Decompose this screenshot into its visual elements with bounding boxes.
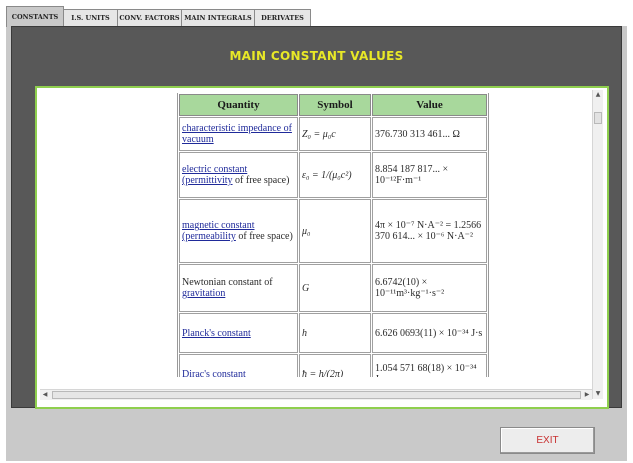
tab-bar: CONSTANTS I.S. UNITS CONV. FACTORS MAIN …	[6, 6, 627, 27]
quantity-cell: characteristic impedance of vacuum	[179, 117, 298, 151]
value-cell: 376.730 313 461... Ω	[372, 117, 487, 151]
quantity-link[interactable]: Planck's constant	[182, 328, 251, 339]
quantity-link[interactable]: characteristic impedance of vacuum	[182, 123, 292, 145]
quantity-link[interactable]: gravitation	[182, 288, 225, 299]
value-cell: 6.6742(10) × 10⁻¹¹m³·kg⁻¹·s⁻²	[372, 264, 487, 312]
column-header-quantity: Quantity	[179, 94, 298, 116]
quantity-cell: magnetic constant (permeability of free …	[179, 199, 298, 263]
table-row: magnetic constant (permeability of free …	[179, 199, 487, 263]
scroll-down-icon[interactable]: ▼	[594, 390, 602, 398]
quantity-cell: Dirac's constant	[179, 354, 298, 377]
main-panel: MAIN CONSTANT VALUES Quantity Symbol Val…	[11, 26, 622, 409]
app-window: CONSTANTS I.S. UNITS CONV. FACTORS MAIN …	[6, 6, 627, 461]
quantity-cell: Newtonian constant of gravitation	[179, 264, 298, 312]
scroll-right-icon[interactable]: ▶	[583, 391, 591, 399]
value-cell: 4π × 10⁻⁷ N·A⁻² = 1.2566 370 614... × 10…	[372, 199, 487, 263]
tab-derivates[interactable]: DERIVATES	[254, 9, 311, 26]
vertical-scrollbar[interactable]: ▲ ▼	[592, 90, 603, 399]
constants-table: Quantity Symbol Value characteristic imp…	[177, 93, 489, 377]
value-cell: 1.054 571 68(18) × 10⁻³⁴ J·s	[372, 354, 487, 377]
column-header-value: Value	[372, 94, 487, 116]
quantity-text: Newtonian constant of	[182, 277, 273, 288]
tab-main-integrals[interactable]: MAIN INTEGRALS	[181, 9, 255, 26]
exit-button[interactable]: EXIT	[500, 427, 595, 454]
quantity-cell: electric constant (permittivity of free …	[179, 152, 298, 198]
column-header-symbol: Symbol	[299, 94, 371, 116]
value-cell: 6.626 0693(11) × 10⁻³⁴ J·s	[372, 313, 487, 353]
vertical-scroll-thumb[interactable]	[594, 112, 602, 124]
symbol-cell: ħ = h/(2π)	[299, 354, 371, 377]
horizontal-scrollbar[interactable]: ◀ ▶	[40, 389, 592, 400]
tab-is-units[interactable]: I.S. UNITS	[63, 9, 118, 26]
quantity-text: of free space)	[232, 175, 290, 186]
horizontal-scroll-thumb[interactable]	[52, 391, 581, 399]
symbol-cell: G	[299, 264, 371, 312]
quantity-cell: Planck's constant	[179, 313, 298, 353]
tab-constants[interactable]: CONSTANTS	[6, 6, 64, 27]
table-row: Planck's constant h 6.626 0693(11) × 10⁻…	[179, 313, 487, 353]
table-row: electric constant (permittivity of free …	[179, 152, 487, 198]
scroll-up-icon[interactable]: ▲	[594, 91, 602, 99]
content-viewport: Quantity Symbol Value characteristic imp…	[42, 93, 591, 377]
table-row: Newtonian constant of gravitation G 6.67…	[179, 264, 487, 312]
quantity-link[interactable]: Dirac's constant	[182, 369, 246, 378]
symbol-cell: Z₀ = μ₀c	[299, 117, 371, 151]
symbol-cell: ε₀ = 1/(μ₀c²)	[299, 152, 371, 198]
value-cell: 8.854 187 817... × 10⁻¹²F·m⁻¹	[372, 152, 487, 198]
table-header-row: Quantity Symbol Value	[179, 94, 487, 116]
tab-conv-factors[interactable]: CONV. FACTORS	[117, 9, 182, 26]
scroll-left-icon[interactable]: ◀	[41, 391, 49, 399]
page-title: MAIN CONSTANT VALUES	[229, 49, 404, 63]
table-row: Dirac's constant ħ = h/(2π) 1.054 571 68…	[179, 354, 487, 377]
symbol-cell: μ₀	[299, 199, 371, 263]
symbol-cell: h	[299, 313, 371, 353]
quantity-text: of free space)	[235, 231, 293, 242]
table-row: characteristic impedance of vacuum Z₀ = …	[179, 117, 487, 151]
content-frame: Quantity Symbol Value characteristic imp…	[35, 86, 609, 409]
